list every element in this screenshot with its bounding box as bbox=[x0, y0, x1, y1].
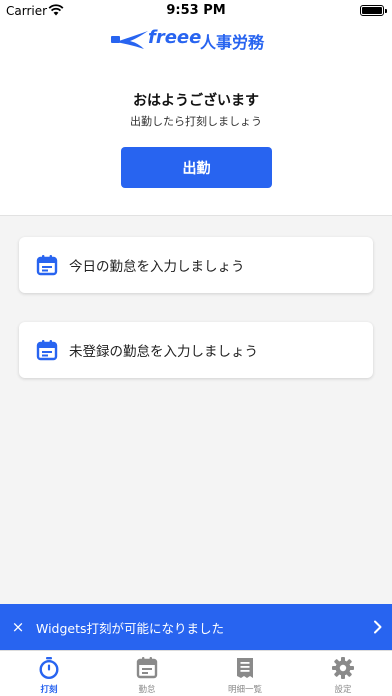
tab-clock[interactable]: 打刻 bbox=[0, 651, 98, 696]
card-label: 未登録の勤怠を入力しましょう bbox=[69, 344, 258, 360]
calendar-icon bbox=[36, 340, 58, 361]
freee-logo: freee 人事労務 bbox=[110, 26, 285, 54]
tab-label: 勤怠 bbox=[138, 685, 156, 695]
todays-attendance-card[interactable]: 今日の勤怠を入力しましょう bbox=[19, 237, 373, 293]
greeting-text: おはようございます bbox=[133, 93, 259, 109]
calendar-icon bbox=[136, 657, 158, 679]
app-header: freee 人事労務 bbox=[0, 22, 392, 60]
tab-statements[interactable]: 明細一覧 bbox=[196, 651, 294, 696]
greeting-subtitle: 出勤したら打刻しましょう bbox=[130, 115, 262, 128]
card-label: 今日の勤怠を入力しましょう bbox=[69, 259, 245, 275]
battery-icon bbox=[360, 5, 387, 16]
tab-settings[interactable]: 設定 bbox=[294, 651, 392, 696]
calendar-icon bbox=[36, 255, 58, 276]
tab-bar: 打刻 勤怠 明細一覧 設定 bbox=[0, 650, 392, 696]
tab-label: 打刻 bbox=[40, 685, 58, 695]
close-icon[interactable]: × bbox=[0, 618, 36, 636]
bird-logo-icon bbox=[111, 31, 148, 49]
clock-in-button[interactable]: 出勤 bbox=[121, 147, 272, 188]
banner-message: Widgets打刻が可能になりました bbox=[36, 620, 225, 636]
stopwatch-icon bbox=[39, 657, 59, 680]
status-time: 9:53 PM bbox=[166, 3, 226, 18]
gear-icon bbox=[332, 657, 354, 679]
document-icon bbox=[237, 658, 253, 678]
logo-wordmark: freee bbox=[148, 27, 202, 48]
logo-product-name: 人事労務 bbox=[200, 33, 265, 52]
clock-in-panel: おはようございます 出勤したら打刻しましょう 出勤 bbox=[0, 60, 392, 216]
widgets-banner[interactable]: × Widgets打刻が可能になりました bbox=[0, 604, 392, 650]
tab-label: 明細一覧 bbox=[227, 685, 262, 695]
tab-label: 設定 bbox=[334, 685, 352, 695]
tab-attendance[interactable]: 勤怠 bbox=[98, 651, 196, 696]
status-bar: Carrier 9:53 PM bbox=[0, 0, 392, 22]
unregistered-attendance-card[interactable]: 未登録の勤怠を入力しましょう bbox=[19, 322, 373, 378]
chevron-right-icon[interactable] bbox=[364, 604, 392, 650]
